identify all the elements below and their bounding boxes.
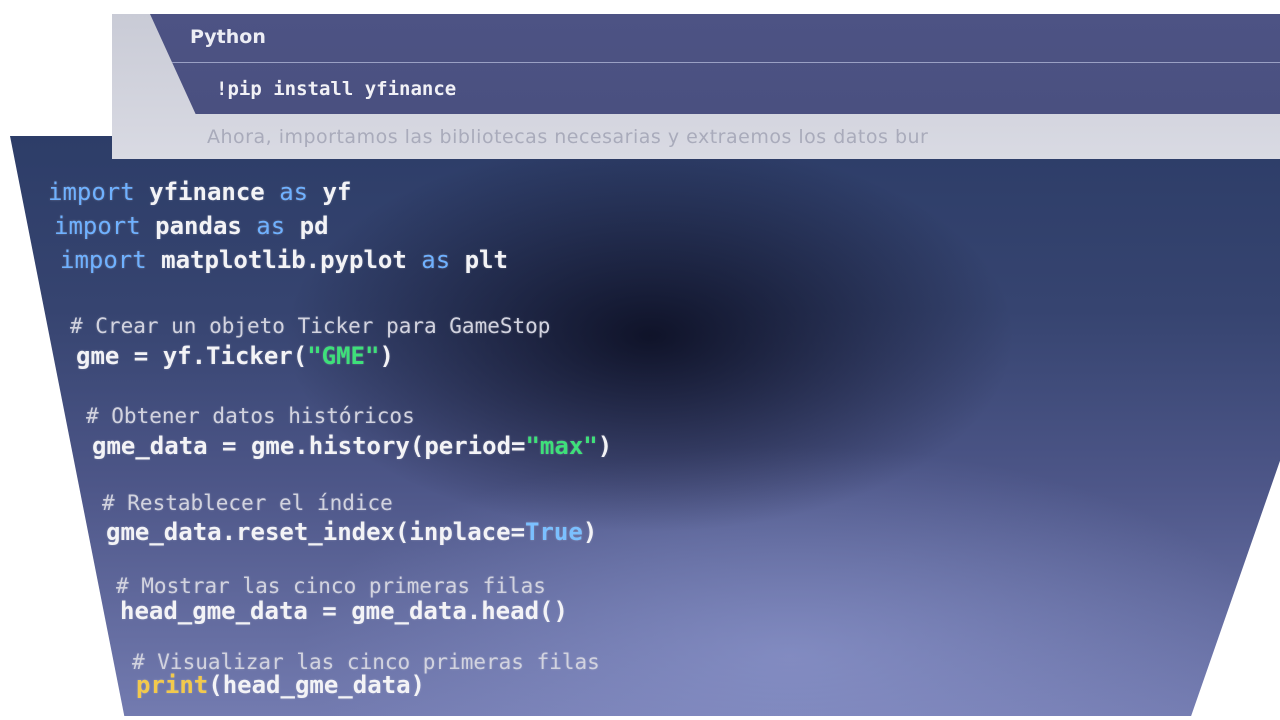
cell-command: !pip install yfinance bbox=[216, 78, 457, 100]
code-token: ) bbox=[597, 432, 613, 460]
code-token: "max" bbox=[525, 432, 598, 460]
code-token: as bbox=[279, 178, 309, 206]
code-token: ) bbox=[582, 518, 598, 546]
cell-language-label: Python bbox=[190, 26, 266, 48]
code-token: # Crear un objeto Ticker para GameStop bbox=[70, 314, 551, 338]
code-editor: import yfinance as yf import pandas as p… bbox=[10, 136, 1280, 716]
code-token: # Obtener datos históricos bbox=[86, 404, 415, 428]
markdown-paragraph: Ahora, importamos las bibliotecas necesa… bbox=[207, 126, 929, 148]
code-token: True bbox=[525, 518, 583, 546]
code-cell[interactable]: Python !pip install yfinance bbox=[150, 14, 1280, 114]
code-token: import bbox=[48, 178, 135, 206]
code-token: import bbox=[54, 212, 141, 240]
code-line-gme-history: gme_data = gme.history(period="max") bbox=[92, 432, 612, 460]
code-token: as bbox=[421, 246, 451, 274]
photo-of-notebook-screens: import yfinance as yf import pandas as p… bbox=[0, 0, 1280, 720]
code-token: import bbox=[60, 246, 147, 274]
code-token: plt bbox=[450, 246, 508, 274]
code-token: print bbox=[136, 671, 209, 699]
code-line-print: print(head_gme_data) bbox=[136, 671, 425, 699]
code-comment-mostrar-filas: # Mostrar las cinco primeras filas bbox=[116, 572, 546, 600]
code-token: # Mostrar las cinco primeras filas bbox=[116, 574, 546, 598]
code-line-import-matplotlib: import matplotlib.pyplot as plt bbox=[60, 246, 508, 274]
code-line-head: head_gme_data = gme_data.head() bbox=[120, 597, 568, 625]
code-token: yf bbox=[308, 178, 352, 206]
code-token: (head_gme_data) bbox=[208, 671, 425, 699]
code-line-import-yfinance: import yfinance as yf bbox=[48, 178, 351, 206]
notebook-screen-rear: Python !pip install yfinance Ahora, impo… bbox=[112, 14, 1280, 159]
code-token: gme_data = gme.history(period= bbox=[92, 432, 526, 460]
code-token: gme_data.reset_index(inplace= bbox=[106, 518, 526, 546]
code-comment-crear-ticker: # Crear un objeto Ticker para GameStop bbox=[70, 312, 550, 340]
code-line-import-pandas: import pandas as pd bbox=[54, 212, 329, 240]
code-token: pandas bbox=[140, 212, 257, 240]
cell-divider bbox=[164, 62, 1280, 63]
code-token: "GME" bbox=[307, 342, 380, 370]
code-comment-restablecer-indice: # Restablecer el índice bbox=[102, 489, 393, 517]
code-token: ) bbox=[379, 342, 394, 370]
code-token: matplotlib.pyplot bbox=[146, 246, 422, 274]
code-line-reset-index: gme_data.reset_index(inplace=True) bbox=[106, 518, 597, 546]
code-token: as bbox=[256, 212, 286, 240]
code-token: head_gme_data = gme_data.head() bbox=[120, 597, 568, 625]
code-token: pd bbox=[285, 212, 329, 240]
code-token: yfinance bbox=[134, 178, 280, 206]
code-line-gme-ticker: gme = yf.Ticker("GME") bbox=[76, 342, 394, 370]
code-token: # Restablecer el índice bbox=[102, 491, 393, 515]
code-comment-obtener-datos: # Obtener datos históricos bbox=[86, 402, 415, 430]
code-token: gme = yf.Ticker( bbox=[76, 342, 308, 370]
